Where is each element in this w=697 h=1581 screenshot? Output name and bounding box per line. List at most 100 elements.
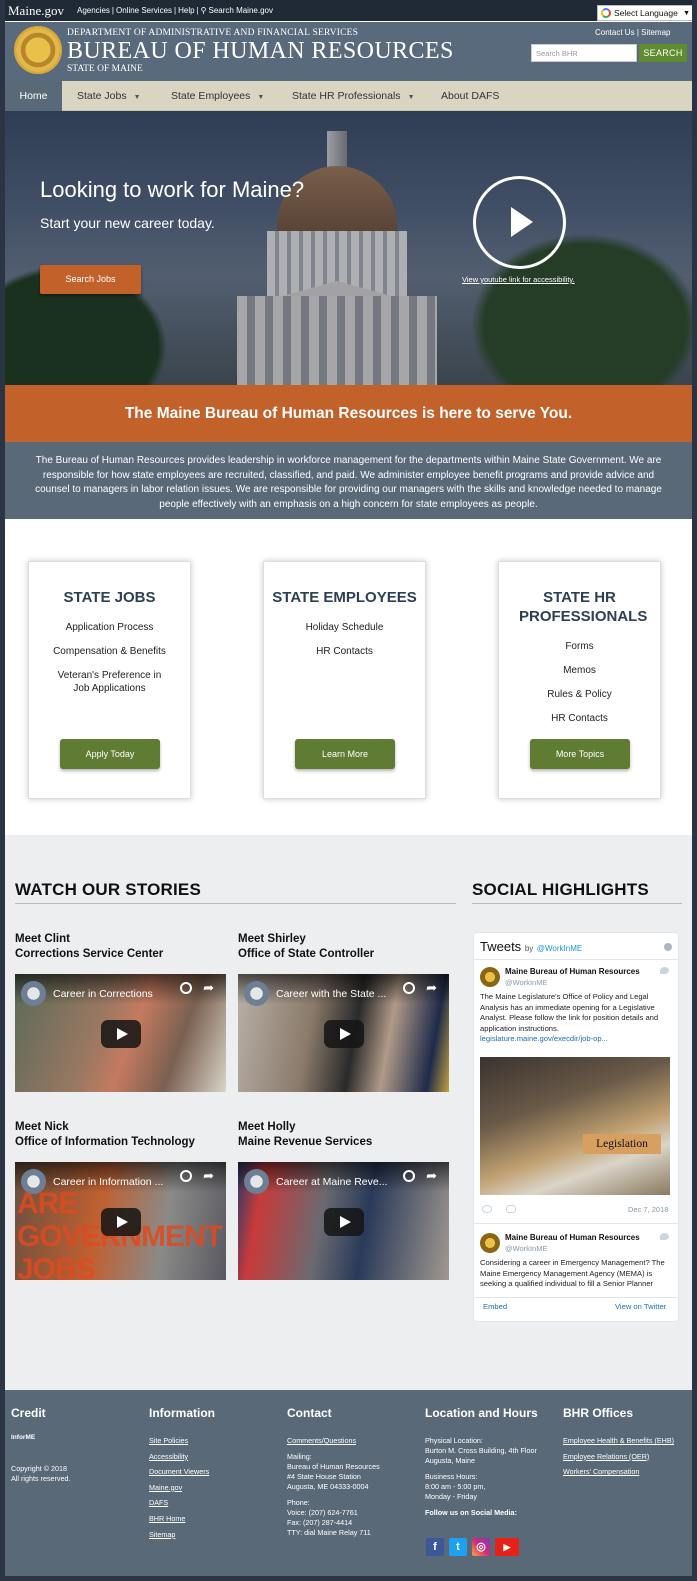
sitemap-link[interactable]: Sitemap [641, 28, 670, 37]
language-select[interactable]: Select Language ▼ [597, 5, 692, 21]
share-icon[interactable]: ➦ [203, 1168, 214, 1184]
embed-link[interactable]: Embed [483, 1302, 507, 1313]
card-state-employees: STATE EMPLOYEES Holiday Schedule HR Cont… [263, 561, 426, 799]
youtube-icon[interactable]: ▶ [495, 1538, 519, 1556]
agencies-link[interactable]: Agencies [77, 6, 110, 15]
youtube-accessibility-link[interactable]: View youtube link for accessibility. [462, 275, 575, 284]
nav-label: State Jobs [77, 90, 127, 102]
share-icon[interactable]: ➦ [426, 1168, 437, 1184]
card-link-rules-policy[interactable]: Rules & Policy [499, 688, 660, 701]
watch-later-icon[interactable] [180, 982, 192, 994]
watch-later-icon[interactable] [403, 1170, 415, 1182]
tweet-author[interactable]: Maine Bureau of Human Resources [505, 1233, 640, 1242]
state-seal-logo[interactable] [14, 26, 62, 74]
channel-avatar[interactable] [21, 981, 46, 1006]
twitter-timeline: Tweets by @WorkInME Maine Bureau of Huma… [473, 932, 679, 1322]
facebook-icon[interactable]: f [426, 1538, 444, 1556]
footer-link[interactable]: Employee Relations (OER) [563, 1452, 674, 1462]
watch-later-icon[interactable] [403, 982, 415, 994]
footer-link[interactable]: Workers' Compensation [563, 1467, 674, 1477]
state-name: STATE OF MAINE [67, 64, 143, 74]
channel-avatar[interactable] [244, 1169, 269, 1194]
footer-link[interactable]: Employee Health & Benefits (EHB) [563, 1436, 674, 1446]
video-player[interactable]: Career with the State ... ➦ [238, 974, 449, 1092]
twitter-bird-icon [660, 1233, 669, 1240]
channel-avatar[interactable] [244, 981, 269, 1006]
play-button-icon[interactable] [101, 1208, 141, 1236]
footer-link[interactable]: Site Policies [149, 1436, 209, 1446]
tweet-link[interactable]: legislature.maine.gov/execdir/job-op... [480, 1034, 608, 1043]
search-button[interactable]: SEARCH [639, 44, 687, 62]
video-title[interactable]: Career in Corrections [53, 988, 153, 1000]
search-maine-gov-link[interactable]: Search Maine.gov [209, 6, 273, 15]
learn-more-button[interactable]: Learn More [295, 739, 395, 769]
tweet-author[interactable]: Maine Bureau of Human Resources [505, 967, 640, 976]
play-video-icon[interactable] [473, 176, 566, 269]
view-on-twitter-link[interactable]: View on Twitter [615, 1302, 666, 1313]
play-button-icon[interactable] [324, 1020, 364, 1048]
divider [474, 1297, 678, 1298]
informe-logo[interactable]: InforME [11, 1434, 35, 1441]
nav-about-dafs[interactable]: About DAFS [441, 81, 499, 111]
heart-icon[interactable] [482, 1205, 492, 1213]
footer-link[interactable]: BHR Home [149, 1514, 209, 1524]
video-title[interactable]: Career at Maine Reve... [276, 1176, 387, 1188]
info-icon[interactable] [664, 943, 672, 951]
play-button-icon[interactable] [101, 1020, 141, 1048]
tweet-image[interactable]: Legislation [480, 1057, 670, 1195]
contact-us-link[interactable]: Contact Us [595, 28, 635, 37]
card-state-hr-professionals: STATE HR PROFESSIONALS Forms Memos Rules… [498, 561, 661, 799]
video-player[interactable]: ARE GOVERNMENT JOBS Career in Informatio… [15, 1162, 226, 1280]
card-link-compensation-benefits[interactable]: Compensation & Benefits [29, 645, 190, 658]
help-link[interactable]: Help [178, 6, 194, 15]
footer-link[interactable]: DAFS [149, 1498, 209, 1508]
online-services-link[interactable]: Online Services [116, 6, 172, 15]
footer-link[interactable]: Document Viewers [149, 1467, 209, 1477]
footer-link[interactable]: Sitemap [149, 1530, 209, 1540]
timeline-handle-link[interactable]: @WorkInME [537, 944, 582, 953]
hero-subline: Start your new career today. [40, 215, 215, 231]
share-icon[interactable]: ➦ [203, 980, 214, 996]
site-title[interactable]: BUREAU OF HUMAN RESOURCES [67, 38, 454, 65]
nav-state-jobs[interactable]: State Jobs ▼ [77, 81, 141, 111]
twitter-icon[interactable]: t [449, 1538, 467, 1556]
comments-link[interactable]: Comments/Questions [287, 1436, 380, 1446]
story-org: Office of Information Technology [15, 1136, 195, 1148]
more-topics-button[interactable]: More Topics [530, 739, 630, 769]
tweet-text: Considering a career in Emergency Manage… [480, 1258, 665, 1289]
share-icon[interactable]: ➦ [426, 980, 437, 996]
share-icon[interactable] [506, 1205, 516, 1213]
card-link-memos[interactable]: Memos [499, 664, 660, 677]
tweet-date[interactable]: Dec 7, 2018 [628, 1205, 668, 1214]
card-link-hr-contacts[interactable]: HR Contacts [499, 712, 660, 725]
play-button-icon[interactable] [324, 1208, 364, 1236]
tweet-handle[interactable]: @WorkInME [505, 1244, 547, 1253]
search-jobs-button[interactable]: Search Jobs [40, 265, 141, 294]
footer-link[interactable]: Accessibility [149, 1452, 209, 1462]
nav-home[interactable]: Home [5, 81, 62, 111]
watch-later-icon[interactable] [180, 1170, 192, 1182]
card-link-application-process[interactable]: Application Process [29, 621, 190, 634]
nav-state-hr-professionals[interactable]: State HR Professionals ▼ [292, 81, 415, 111]
footer-link[interactable]: Maine.gov [149, 1483, 209, 1493]
card-link-veterans-preference[interactable]: Veteran's Preference in Job Applications [29, 669, 190, 695]
video-player[interactable]: Career in Corrections ➦ [15, 974, 226, 1092]
channel-avatar[interactable] [21, 1169, 46, 1194]
video-title[interactable]: Career in Information ... [53, 1176, 163, 1188]
card-link-holiday-schedule[interactable]: Holiday Schedule [264, 621, 425, 634]
story-org: Maine Revenue Services [238, 1136, 373, 1148]
nav-label: About DAFS [441, 90, 500, 102]
nav-state-employees[interactable]: State Employees ▼ [171, 81, 264, 111]
card-link-forms[interactable]: Forms [499, 640, 660, 653]
video-title[interactable]: Career with the State ... [276, 988, 386, 1000]
story-org: Office of State Controller [238, 948, 375, 960]
tweet-handle[interactable]: @WorkInME [505, 978, 547, 987]
card-link-hr-contacts[interactable]: HR Contacts [264, 645, 425, 658]
video-player[interactable]: Career at Maine Reve... ➦ [238, 1162, 449, 1280]
instagram-icon[interactable]: ◎ [472, 1538, 490, 1556]
avatar[interactable] [480, 967, 500, 987]
apply-today-button[interactable]: Apply Today [60, 739, 160, 769]
avatar[interactable] [480, 1233, 500, 1253]
maine-gov-link[interactable]: Maine.gov [8, 3, 64, 19]
search-input[interactable]: Search BHR [531, 44, 637, 62]
